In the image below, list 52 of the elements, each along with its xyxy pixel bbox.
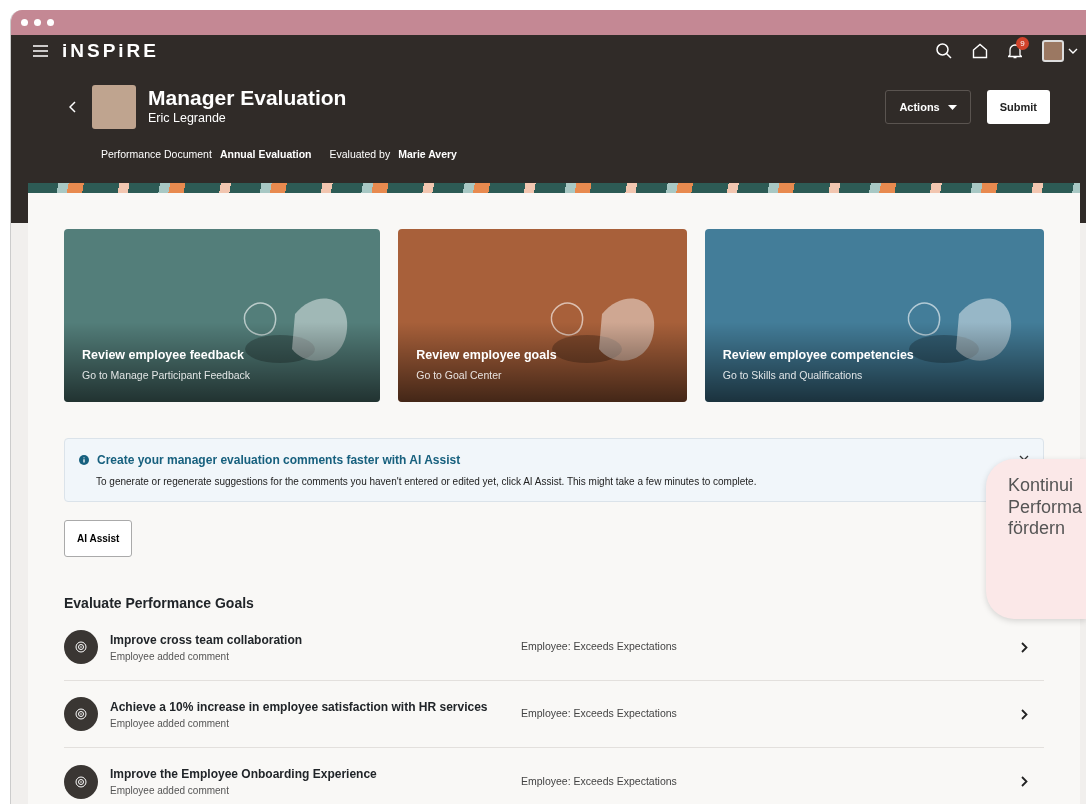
banner-title: Create your manager evaluation comments faster with AI Assist: [97, 452, 461, 469]
employee-name: Eric Legrande: [148, 110, 227, 128]
tile-subtitle: Go to Goal Center: [416, 368, 503, 384]
search-icon[interactable]: [936, 43, 952, 59]
window-dot: [34, 19, 41, 26]
tile-subtitle: Go to Manage Participant Feedback: [82, 368, 252, 384]
navigation-tile[interactable]: Review employee feedback Go to Manage Participant Feedback: [64, 229, 381, 402]
promo-tooltip: Kontinui Performa fördern: [986, 459, 1086, 619]
photo-placeholder: [92, 85, 136, 129]
chevron-right-icon[interactable]: [1021, 641, 1028, 653]
info-icon: [79, 455, 89, 465]
section-title: Evaluate Performance Goals: [64, 594, 255, 613]
bell-icon[interactable]: [1008, 43, 1022, 59]
menu-icon[interactable]: [33, 45, 48, 57]
tile-title: Review employee competencies: [722, 346, 915, 364]
goal-rating: Employee: Exceeds Expectations: [521, 706, 678, 722]
goal-row[interactable]: Achieve a 10% increase in employee satisfaction with HR services Employee added comment Employee: Exceeds Expectations: [64, 681, 1044, 748]
goal-title: Improve the Employee Onboarding Experience: [110, 766, 377, 783]
goal-row[interactable]: Improve the Employee Onboarding Experience Employee added comment Employee: Exceeds Expectations: [64, 748, 1044, 804]
goal-title: Improve cross team collaboration: [110, 631, 303, 649]
goal-title: Achieve a 10% increase in employee satisfaction with HR services: [110, 698, 488, 716]
submit-button[interactable]: Submit: [986, 89, 1050, 125]
meta-value: Marie Avery: [398, 147, 457, 162]
ai-assist-button[interactable]: AI Assist: [64, 520, 133, 557]
window-dot: [21, 19, 28, 26]
tile-title: Review employee goals: [416, 346, 558, 364]
goal-rating: Employee: Exceeds Expectations: [521, 773, 678, 789]
back-icon[interactable]: [69, 101, 76, 113]
window-dot: [47, 19, 54, 26]
meta-label: Performance Document: [101, 147, 212, 162]
chevron-right-icon[interactable]: [1021, 776, 1028, 787]
chevron-down-icon[interactable]: [1068, 48, 1078, 54]
goal-note: Employee added comment: [110, 716, 230, 731]
app-logo[interactable]: iNSPiRE: [62, 36, 160, 66]
target-icon: [64, 630, 98, 664]
goal-note: Employee added comment: [110, 649, 230, 664]
chevron-right-icon[interactable]: [1021, 708, 1028, 720]
home-icon[interactable]: [972, 43, 988, 59]
meta-label: Evaluated by: [329, 147, 391, 162]
navigation-tile[interactable]: Review employee competencies Go to Skills and Qualifications: [704, 229, 1044, 402]
goal-note: Employee added comment: [110, 784, 230, 798]
target-icon: [64, 764, 98, 799]
notification-count: 9: [1016, 37, 1029, 50]
actions-dropdown[interactable]: Actions: [885, 89, 971, 125]
tile-title: Review employee feedback: [82, 346, 245, 364]
meta-value: Annual Evaluation: [219, 147, 312, 162]
tile-subtitle: Go to Skills and Qualifications: [722, 368, 864, 384]
goal-rating: Employee: Exceeds Expectations: [521, 639, 678, 655]
page-title: Manager Evaluation: [148, 86, 347, 110]
target-icon: [64, 697, 98, 731]
caret-icon: [947, 104, 957, 110]
navigation-tile[interactable]: Review employee goals Go to Goal Center: [398, 229, 687, 402]
